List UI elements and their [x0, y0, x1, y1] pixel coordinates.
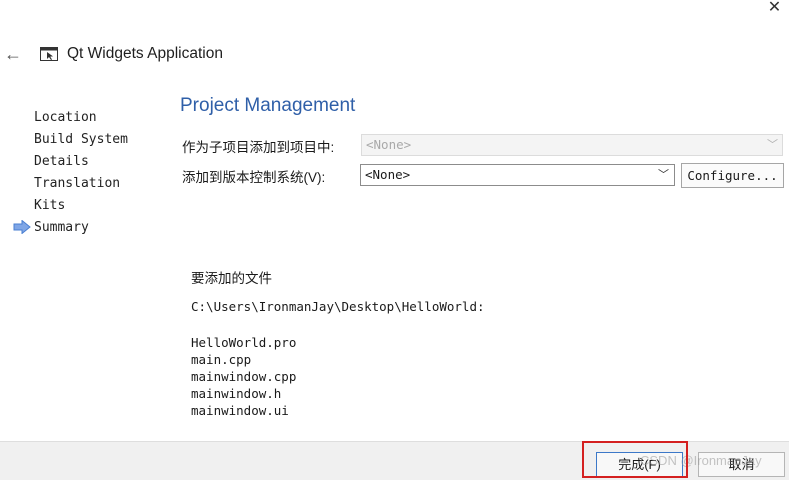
chevron-down-icon: ﹀: [767, 138, 778, 151]
list-item: main.cpp: [191, 352, 252, 367]
vcs-combo-value: <None>: [365, 167, 411, 182]
vcs-label: 添加到版本控制系统(V):: [182, 170, 326, 185]
list-item: mainwindow.ui: [191, 403, 289, 418]
configure-button[interactable]: Configure...: [681, 163, 784, 188]
wizard-title: Qt Widgets Application: [67, 45, 223, 62]
subproject-label: 作为子项目添加到项目中:: [182, 140, 335, 155]
step-location: Location: [34, 110, 97, 125]
step-details: Details: [34, 154, 89, 169]
list-item: HelloWorld.pro: [191, 335, 297, 350]
close-button[interactable]: ✕: [760, 0, 789, 16]
wizard-steps: Location Build System Details Translatio…: [34, 109, 128, 241]
chevron-down-icon: ﹀: [658, 168, 669, 181]
page-title: Project Management: [180, 95, 356, 116]
step-translation: Translation: [34, 176, 121, 191]
files-heading: 要添加的文件: [191, 271, 272, 286]
files-list: HelloWorld.pro main.cpp mainwindow.cpp m…: [191, 334, 296, 419]
step-build-system: Build System: [34, 132, 128, 147]
list-item: mainwindow.h: [191, 386, 282, 401]
step-kits: Kits: [34, 198, 66, 213]
subproject-combo-value: <None>: [366, 137, 412, 152]
files-path: C:\Users\IronmanJay\Desktop\HelloWorld:: [191, 299, 485, 314]
arrow-right-icon: [13, 219, 31, 235]
back-arrow-icon[interactable]: ←: [4, 44, 24, 64]
highlight-annotation: [582, 441, 688, 478]
step-summary: Summary: [34, 220, 89, 235]
subproject-combo: <None> ﹀: [361, 134, 783, 156]
window-cursor-icon: [40, 47, 58, 61]
list-item: mainwindow.cpp: [191, 369, 297, 384]
vcs-combo[interactable]: <None> ﹀: [360, 164, 675, 186]
